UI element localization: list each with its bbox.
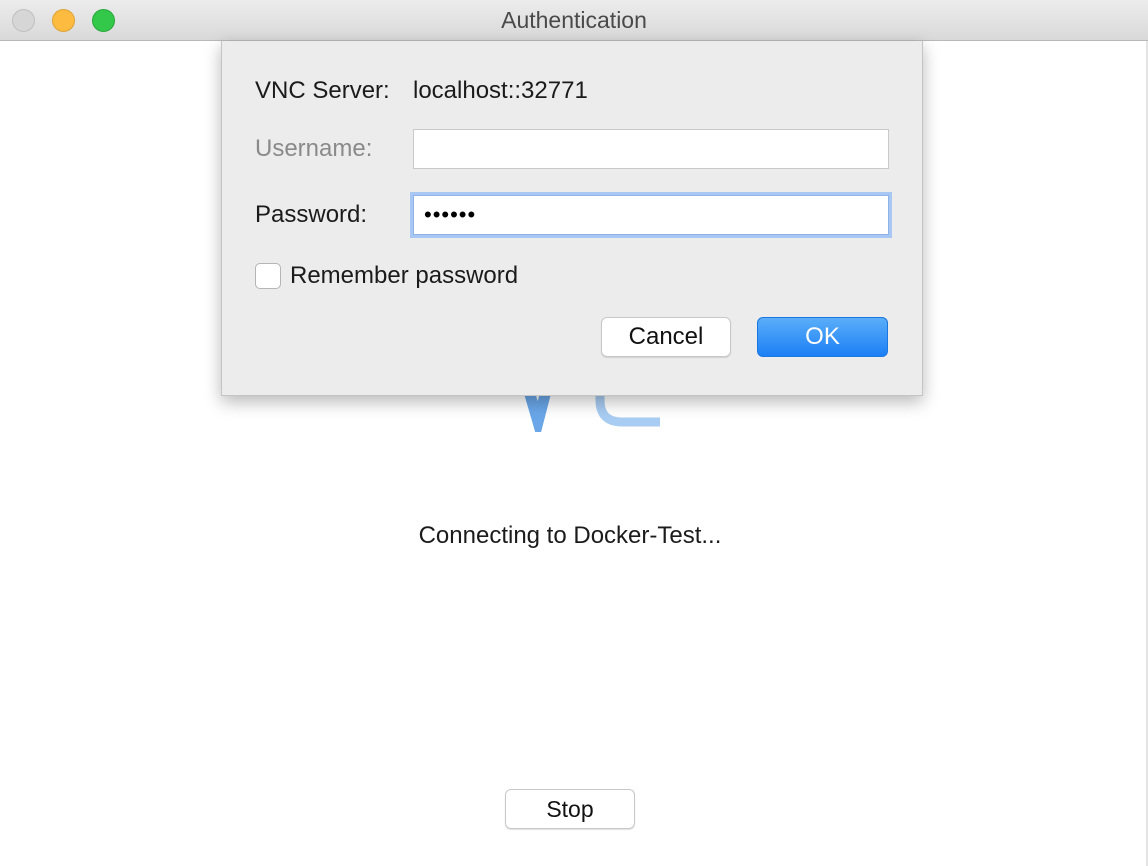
username-input[interactable] bbox=[413, 129, 889, 169]
remember-password-checkbox[interactable] bbox=[255, 263, 281, 289]
username-label: Username: bbox=[255, 135, 373, 162]
stop-button[interactable]: Stop bbox=[505, 789, 635, 829]
window-title: Authentication bbox=[501, 7, 647, 33]
authentication-dialog: VNC Server: localhost::32771 Username: P… bbox=[221, 41, 923, 396]
remember-password-option[interactable]: Remember password bbox=[255, 262, 518, 290]
vnc-viewer-window: Authentication Connecting to Docker-Test… bbox=[0, 0, 1148, 866]
title-bar[interactable]: Authentication bbox=[0, 0, 1148, 41]
server-label: VNC Server: bbox=[255, 77, 390, 104]
connection-status: Connecting to Docker-Test... bbox=[418, 522, 722, 549]
ok-button[interactable]: OK bbox=[757, 317, 888, 357]
password-input[interactable] bbox=[413, 195, 889, 235]
server-address: localhost::32771 bbox=[413, 77, 588, 104]
cancel-button[interactable]: Cancel bbox=[601, 317, 731, 357]
password-label: Password: bbox=[255, 201, 368, 228]
remember-password-label[interactable]: Remember password bbox=[290, 262, 518, 290]
